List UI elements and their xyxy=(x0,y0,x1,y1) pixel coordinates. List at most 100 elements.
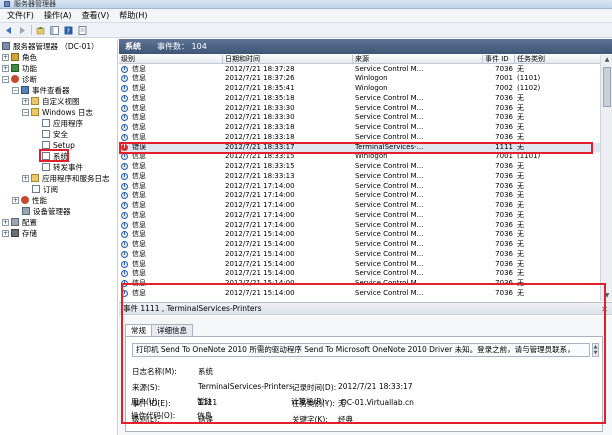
tree-roles[interactable]: + 角色 xyxy=(2,52,37,62)
column-source[interactable]: 来源 xyxy=(353,55,483,64)
app-icon xyxy=(4,1,10,7)
cell-level: 信息 xyxy=(132,74,146,83)
table-row[interactable]: i 信息 2012/7/21 18:33:13 Service Control M..… xyxy=(119,172,600,182)
tree-log-forwarded[interactable]: 转发事件 xyxy=(42,162,83,172)
tree-configuration[interactable]: + 配置 xyxy=(2,217,37,227)
show-hide-icon[interactable] xyxy=(49,25,60,36)
collapse-icon[interactable]: − xyxy=(2,75,9,83)
tree-subscriptions[interactable]: 订阅 xyxy=(32,184,58,194)
scroll-thumb[interactable] xyxy=(603,67,611,107)
expand-icon[interactable]: + xyxy=(2,53,9,61)
cell-source: Service Control M... xyxy=(355,123,424,131)
cell-level: 信息 xyxy=(132,171,146,180)
expand-icon[interactable]: + xyxy=(2,64,9,72)
table-row[interactable]: i 信息 2012/7/21 18:35:41 Winlogon 7002 (1102) xyxy=(119,84,600,94)
tree-custom-views[interactable]: + 自定义视图 xyxy=(22,96,80,106)
info-icon: i xyxy=(121,104,128,112)
roles-icon xyxy=(11,53,19,61)
table-row[interactable]: i 信息 2012/7/21 17:14:00 Service Control M..… xyxy=(119,182,600,192)
table-row[interactable]: i 信息 2012/7/21 15:14:00 Service Control M..… xyxy=(119,240,600,250)
forward-icon[interactable] xyxy=(17,25,28,36)
cell-task: 无 xyxy=(517,249,524,258)
info-icon: i xyxy=(121,221,128,229)
tree-storage[interactable]: + 存储 xyxy=(2,228,37,238)
info-icon: i xyxy=(121,211,128,219)
up-icon[interactable] xyxy=(35,25,46,36)
toolbar-separator xyxy=(31,25,32,35)
cell-task: 无 xyxy=(517,201,524,209)
help-icon[interactable]: ? xyxy=(63,25,74,36)
table-row[interactable]: i 信息 2012/7/21 18:33:15 Service Control M..… xyxy=(119,162,600,172)
table-row[interactable]: i 信息 2012/7/21 18:33:30 Service Control M..… xyxy=(119,104,600,114)
cell-level: 信息 xyxy=(132,123,146,131)
event-grid: 级别 日期和时间 来源 事件 ID 任务类别 i 信息 2012/7/21 18:3… xyxy=(119,55,600,301)
cell-id: 7036 xyxy=(495,191,513,200)
tree-features[interactable]: + 功能 xyxy=(2,63,37,73)
column-level[interactable]: 级别 xyxy=(119,55,223,64)
info-icon: i xyxy=(121,250,128,258)
title-bar: 服务器管理器 xyxy=(0,0,612,9)
menu-view[interactable]: 查看(V) xyxy=(77,10,115,21)
expand-icon[interactable]: + xyxy=(2,229,9,237)
table-row[interactable]: i 信息 2012/7/21 15:14:00 Service Control M..… xyxy=(119,269,600,279)
cell-id: 7036 xyxy=(495,123,513,131)
storage-icon xyxy=(11,229,19,237)
tree-root[interactable]: 服务器管理器 （DC-01） xyxy=(2,41,99,51)
tree-windows-logs[interactable]: − Windows 日志 xyxy=(22,107,93,117)
info-icon: i xyxy=(121,85,128,92)
menu-help[interactable]: 帮助(H) xyxy=(114,10,152,21)
column-task[interactable]: 任务类别 xyxy=(515,55,600,64)
cell-date: 2012/7/21 17:14:00 xyxy=(225,191,295,200)
table-row[interactable]: i 信息 2012/7/21 17:14:00 Service Control M..… xyxy=(119,221,600,231)
table-row[interactable]: i 信息 2012/7/21 18:33:30 Service Control M..… xyxy=(119,113,600,123)
expand-icon[interactable]: + xyxy=(2,218,9,226)
table-row[interactable]: i 信息 2012/7/21 18:37:26 Winlogon 7001 (1101) xyxy=(119,74,600,84)
table-row[interactable]: i 信息 2012/7/21 17:14:00 Service Control M..… xyxy=(119,211,600,221)
cell-level: 信息 xyxy=(132,259,146,268)
collapse-icon[interactable]: − xyxy=(12,86,19,94)
cell-level: 信息 xyxy=(132,103,146,112)
cell-date: 2012/7/21 18:37:28 xyxy=(225,64,295,73)
features-icon xyxy=(11,64,19,72)
tree-apps-services[interactable]: + 应用程序和服务日志 xyxy=(22,173,110,183)
expand-icon[interactable]: + xyxy=(12,196,19,204)
table-row[interactable]: i 信息 2012/7/21 18:33:18 Service Control M..… xyxy=(119,123,600,133)
table-row[interactable]: i 信息 2012/7/21 17:14:00 Service Control M..… xyxy=(119,201,600,211)
grid-scrollbar[interactable]: ▲ ▼ xyxy=(600,55,612,301)
tree-event-viewer[interactable]: − 事件查看器 xyxy=(12,85,70,95)
configuration-icon xyxy=(11,218,19,226)
cell-source: Service Control M... xyxy=(355,162,424,170)
scroll-up-icon[interactable]: ▲ xyxy=(602,55,612,65)
log-icon xyxy=(42,130,50,138)
table-row[interactable]: i 信息 2012/7/21 15:14:00 Service Control M..… xyxy=(119,250,600,260)
table-row[interactable]: i 信息 2012/7/21 15:14:00 Service Control M..… xyxy=(119,230,600,240)
cell-level: 信息 xyxy=(132,93,146,102)
expand-icon[interactable]: + xyxy=(22,97,29,105)
cell-date: 2012/7/21 18:33:13 xyxy=(225,171,295,180)
tree-diagnostics[interactable]: − 诊断 xyxy=(2,74,37,84)
tree-device-manager[interactable]: 设备管理器 xyxy=(22,206,71,216)
cell-date: 2012/7/21 18:35:18 xyxy=(225,93,295,102)
table-row[interactable]: i 信息 2012/7/21 17:14:00 Service Control M..… xyxy=(119,191,600,201)
table-row[interactable]: i 信息 2012/7/21 15:14:00 Service Control M..… xyxy=(119,260,600,270)
cell-date: 2012/7/21 18:33:30 xyxy=(225,113,295,122)
folder-icon xyxy=(31,174,39,182)
properties-icon[interactable] xyxy=(77,25,88,36)
menu-file[interactable]: 文件(F) xyxy=(2,10,39,21)
tree-log-security[interactable]: 安全 xyxy=(42,129,68,139)
cell-id: 7002 xyxy=(495,84,513,92)
back-icon[interactable] xyxy=(3,25,14,36)
tree-log-application[interactable]: 应用程序 xyxy=(42,118,83,128)
collapse-icon[interactable]: − xyxy=(22,108,29,116)
table-row[interactable]: i 信息 2012/7/21 18:37:28 Service Control M..… xyxy=(119,65,600,75)
column-date[interactable]: 日期和时间 xyxy=(223,55,353,64)
cell-id: 7036 xyxy=(495,162,513,170)
detail-highlight-box xyxy=(121,283,606,424)
tree-performance[interactable]: + 性能 xyxy=(12,195,47,205)
cell-id: 7036 xyxy=(495,249,513,258)
table-row[interactable]: i 信息 2012/7/21 18:35:18 Service Control M..… xyxy=(119,94,600,104)
cell-date: 2012/7/21 17:14:00 xyxy=(225,181,295,190)
menu-action[interactable]: 操作(A) xyxy=(39,10,77,21)
expand-icon[interactable]: + xyxy=(22,174,29,182)
column-event-id[interactable]: 事件 ID xyxy=(483,55,515,64)
